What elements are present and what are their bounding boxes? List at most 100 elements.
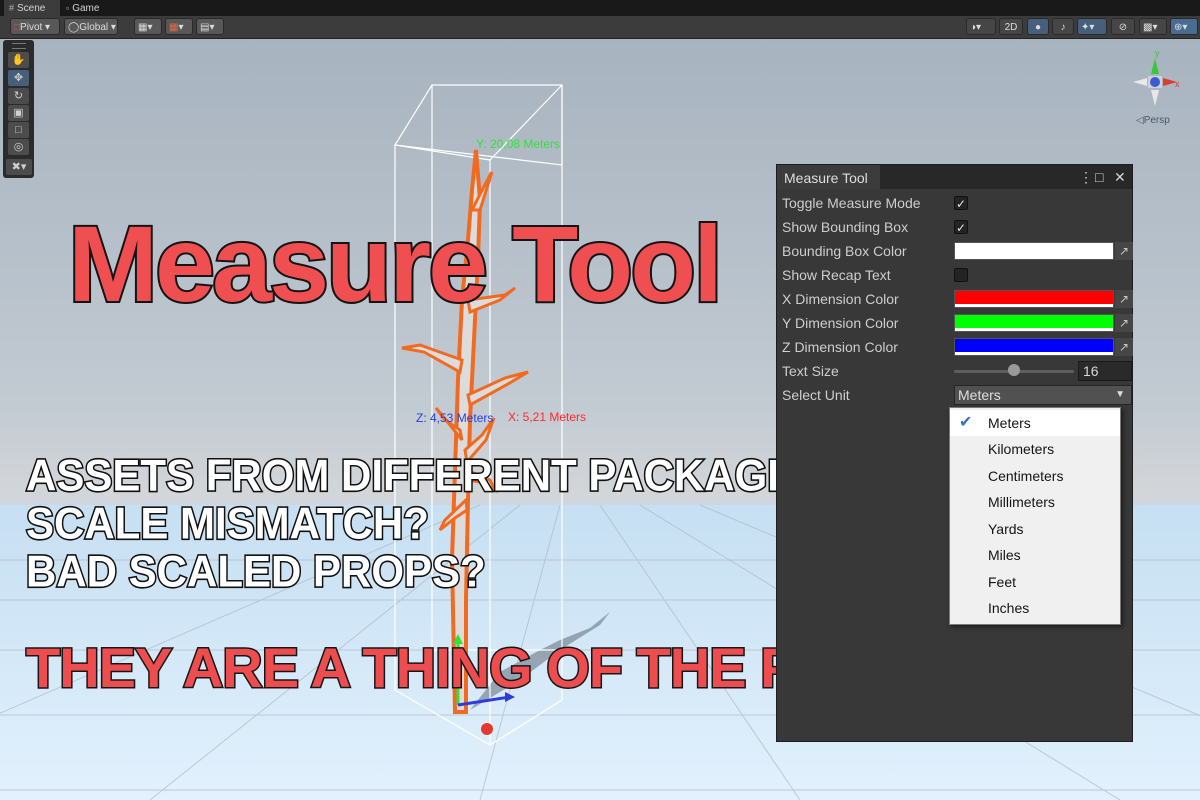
scale-tool-button[interactable]: ▣: [8, 105, 29, 121]
z-dimension-label: Z: 4,53 Meters: [416, 411, 494, 425]
effects-dropdown[interactable]: ✦▾: [1077, 18, 1107, 35]
y-dimension-color-swatch[interactable]: [954, 314, 1114, 332]
field-label: Text Size: [782, 363, 839, 379]
z-dimension-color-row: Z Dimension Color ↗: [782, 337, 1133, 357]
palette-grip-icon[interactable]: [12, 43, 26, 49]
chevron-down-icon: ▼: [1115, 389, 1125, 400]
option-label: Centimeters: [988, 468, 1064, 484]
y-dimension-label: Y: 20,08 Meters: [476, 137, 561, 151]
move-tool-button[interactable]: ✥: [8, 70, 29, 86]
editor-tab-bar: # Scene ▫ Game: [0, 0, 1200, 16]
2d-toggle[interactable]: 2D: [999, 18, 1023, 35]
x-dimension-label: X: 5,21 Meters: [508, 410, 587, 424]
unit-option-millimeters[interactable]: Millimeters: [950, 489, 1120, 515]
text-size-slider-handle[interactable]: [1008, 364, 1020, 376]
unit-option-meters[interactable]: ✔ Meters: [950, 410, 1120, 436]
unit-option-miles[interactable]: Miles: [950, 542, 1120, 568]
unit-select[interactable]: Meters ▼: [954, 385, 1132, 405]
camera-icon: ▩: [1143, 22, 1153, 33]
eyedropper-icon[interactable]: ↗: [1115, 338, 1133, 356]
question-line-3: BAD SCALED PROPS?: [25, 546, 488, 597]
eyedropper-icon[interactable]: ↗: [1115, 290, 1133, 308]
projection-label[interactable]: ◁Persp: [1136, 115, 1170, 126]
toggle-measure-mode-checkbox[interactable]: ✓: [954, 196, 968, 211]
transform-tool-button[interactable]: ◎: [8, 139, 29, 155]
window-header: Measure Tool ⋮ □ ✕: [777, 165, 1132, 189]
pivot-label: Pivot: [20, 22, 43, 33]
unit-select-value: Meters: [958, 387, 1001, 403]
option-label: Meters: [988, 415, 1031, 431]
tab-game-label: Game: [72, 3, 100, 14]
tab-game[interactable]: ▫ Game: [62, 0, 112, 16]
show-recap-text-row: Show Recap Text: [782, 265, 1127, 285]
gizmo-icon: ⊕: [1174, 22, 1183, 33]
window-tab-title[interactable]: Measure Tool: [777, 165, 880, 189]
global-dropdown[interactable]: ◯Global ▾: [64, 18, 118, 35]
draw-mode-dropdown[interactable]: ◑▾: [966, 18, 996, 35]
toggle-measure-mode-row: Toggle Measure Mode ✓: [782, 193, 1127, 213]
gamepad-icon: ▫: [66, 3, 70, 13]
show-bounding-box-checkbox[interactable]: ✓: [954, 220, 968, 235]
increment-snap-button[interactable]: ▦▾: [165, 18, 193, 35]
show-recap-text-checkbox[interactable]: [954, 268, 968, 282]
lighting-toggle[interactable]: ●: [1027, 18, 1049, 35]
tab-scene[interactable]: # Scene: [4, 0, 60, 16]
hand-tool-button[interactable]: ✋: [8, 52, 29, 68]
unit-option-yards[interactable]: Yards: [950, 516, 1120, 542]
scene-toolbar: □Pivot ▾ ◯Global ▾ ▦▾ ▦▾ ▤▾ ◑▾ 2D ● ♪ ✦▾…: [0, 16, 1200, 39]
unit-option-feet[interactable]: Feet: [950, 569, 1120, 595]
layout-button[interactable]: ▤▾: [196, 18, 224, 35]
rect-transform-icon: □: [15, 124, 22, 136]
unit-option-centimeters[interactable]: Centimeters: [950, 463, 1120, 489]
snap-icon: ▦: [169, 22, 179, 33]
rotate-tool-button[interactable]: ↻: [8, 88, 29, 104]
option-label: Miles: [988, 547, 1021, 563]
rect-tool-button[interactable]: □: [8, 122, 29, 138]
show-bounding-box-row: Show Bounding Box ✓: [782, 217, 1127, 237]
option-label: Millimeters: [988, 494, 1055, 510]
field-label: Select Unit: [782, 387, 850, 403]
grid-snap-icon: ▦: [138, 22, 148, 33]
field-label: Bounding Box Color: [782, 243, 907, 259]
unit-option-inches[interactable]: Inches: [950, 595, 1120, 621]
field-label: Z Dimension Color: [782, 339, 898, 355]
unit-option-kilometers[interactable]: Kilometers: [950, 436, 1120, 462]
camera-settings-dropdown[interactable]: ▩▾: [1139, 18, 1167, 35]
gizmos-dropdown[interactable]: ⊕▾: [1170, 18, 1198, 35]
maximize-icon[interactable]: □: [1095, 168, 1103, 186]
bounding-box-color-swatch[interactable]: [954, 242, 1114, 260]
visibility-toggle[interactable]: ⊘: [1111, 18, 1135, 35]
promo-title: Measure Tool: [66, 203, 725, 324]
audio-toggle[interactable]: ♪: [1052, 18, 1074, 35]
eye-slash-icon: ⊘: [1118, 22, 1128, 33]
audio-icon: ♪: [1060, 22, 1066, 33]
eyedropper-icon[interactable]: ↗: [1115, 242, 1133, 260]
close-icon[interactable]: ✕: [1114, 168, 1126, 186]
ruler-icon: ▤: [200, 22, 210, 33]
transform-icon: ◎: [13, 141, 24, 153]
field-label: Show Bounding Box: [782, 219, 909, 235]
x-dimension-color-row: X Dimension Color ↗: [782, 289, 1133, 309]
tab-scene-label: Scene: [17, 3, 46, 14]
pivot-dropdown[interactable]: □Pivot ▾: [10, 18, 60, 35]
global-label: Global: [79, 22, 109, 33]
option-label: Kilometers: [988, 441, 1055, 457]
more-options-icon[interactable]: ⋮: [1079, 168, 1093, 186]
gizmo-x-label: x: [1175, 79, 1180, 89]
move-arrows-icon: ✥: [13, 72, 24, 84]
x-dimension-color-swatch[interactable]: [954, 290, 1114, 308]
field-label: Toggle Measure Mode: [782, 195, 921, 211]
lightbulb-icon: ●: [1034, 22, 1042, 33]
text-size-field[interactable]: 16: [1078, 361, 1132, 381]
custom-tools-dropdown[interactable]: ✖▾: [6, 159, 32, 175]
hand-icon: ✋: [11, 54, 26, 66]
gizmo-y-label: y: [1155, 48, 1160, 58]
z-dimension-color-swatch[interactable]: [954, 338, 1114, 356]
field-label: Show Recap Text: [782, 267, 891, 283]
field-label: X Dimension Color: [782, 291, 899, 307]
question-line-2: SCALE MISMATCH?: [25, 498, 431, 549]
eyedropper-icon[interactable]: ↗: [1115, 314, 1133, 332]
select-unit-row: Select Unit Meters ▼: [782, 385, 1132, 405]
grid-snap-button[interactable]: ▦▾: [134, 18, 162, 35]
checkmark-icon: ✔: [959, 414, 973, 431]
